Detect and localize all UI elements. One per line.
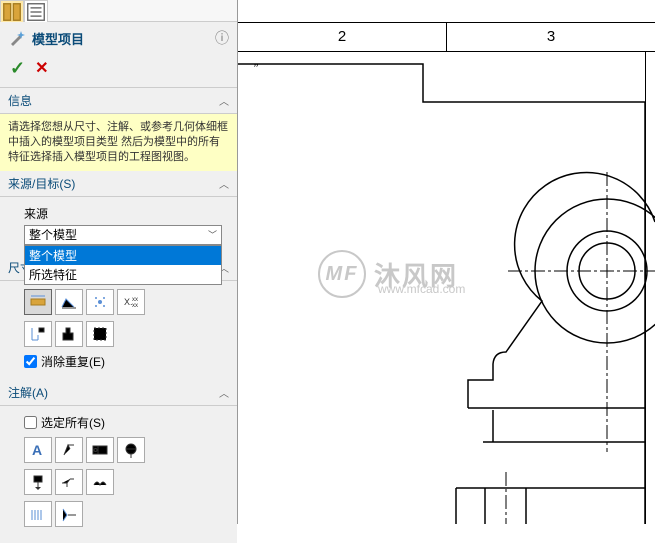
info-section-head[interactable]: 信息 ︿	[0, 88, 237, 114]
annot-caterpillar-icon[interactable]	[86, 469, 114, 495]
annot-cosmetic-thread-icon[interactable]	[55, 501, 83, 527]
source-option-selected[interactable]: 所选特征	[25, 265, 221, 284]
annot-note-icon[interactable]: A	[24, 437, 52, 463]
wand-icon	[8, 29, 26, 47]
panel-title: 模型项目	[32, 29, 84, 48]
dim-instance-icon[interactable]	[86, 289, 114, 315]
dim-not-marked-icon[interactable]	[55, 289, 83, 315]
annot-end-treatment-icon[interactable]	[24, 501, 52, 527]
source-section-head[interactable]: 来源/目标(S) ︿	[0, 171, 237, 197]
select-all-checkbox[interactable]	[24, 416, 37, 429]
svg-text:xx: xx	[132, 303, 138, 309]
select-all-label: 选定所有(S)	[41, 414, 105, 431]
ok-button[interactable]: ✓	[10, 58, 25, 79]
tab-features[interactable]	[0, 0, 24, 22]
dim-marked-icon[interactable]	[24, 289, 52, 315]
dim-hole-callout-icon[interactable]	[24, 321, 52, 347]
chevron-down-icon: ﹀	[208, 228, 217, 241]
annot-surface-finish-icon[interactable]	[55, 437, 83, 463]
annot-datum-target-icon[interactable]	[117, 437, 145, 463]
info-message: 请选择您想从尺寸、注解、或参考几何体细框中插入的模型项目类型 然后为模型中的所有…	[0, 114, 237, 171]
eliminate-duplicates-checkbox[interactable]	[24, 355, 37, 368]
annot-gtol-icon[interactable]	[86, 437, 114, 463]
horizontal-ruler: 2 3	[238, 22, 655, 52]
help-icon[interactable]: ⓘ	[215, 28, 229, 48]
chevron-up-icon: ︿	[219, 93, 229, 108]
source-dropdown: 整个模型 所选特征	[24, 245, 222, 285]
annotations-section-head[interactable]: 注解(A) ︿	[0, 380, 237, 406]
cancel-button[interactable]: ✕	[35, 58, 48, 79]
dim-hole-wizard-icon[interactable]	[55, 321, 83, 347]
annot-weld-icon[interactable]	[55, 469, 83, 495]
source-label: 来源	[24, 205, 227, 222]
dim-select-icon[interactable]	[86, 321, 114, 347]
cad-drawing	[238, 52, 655, 524]
svg-text:A: A	[32, 442, 42, 458]
chevron-up-icon: ︿	[219, 176, 229, 191]
drawing-area[interactable]: 2 3 ” MF 沐风网 www.mfcad.com	[238, 0, 655, 524]
source-select[interactable]: 整个模型 ﹀	[24, 225, 222, 245]
tab-properties[interactable]	[24, 0, 48, 22]
source-option-whole[interactable]: 整个模型	[25, 246, 221, 265]
eliminate-duplicates-label: 消除重复(E)	[41, 353, 105, 370]
annot-datum-feature-icon[interactable]: A	[24, 469, 52, 495]
chevron-up-icon: ︿	[219, 385, 229, 400]
dim-tolerance-icon[interactable]: X.xxxx	[117, 289, 145, 315]
